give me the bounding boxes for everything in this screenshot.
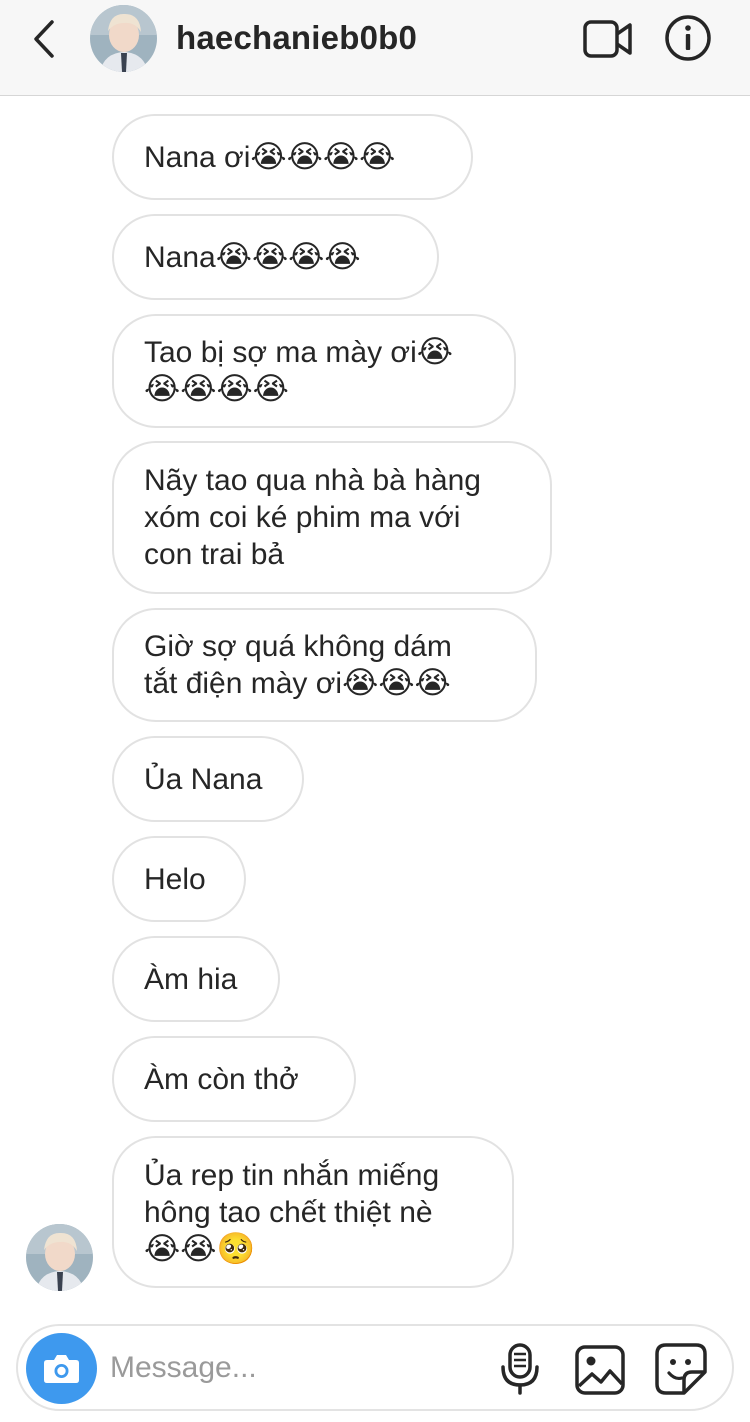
message-text: Tao bị sợ ma mày ơi	[144, 336, 417, 369]
message-input[interactable]	[110, 1346, 470, 1390]
chat-header: haechanieb0b0	[0, 0, 750, 96]
message-bubble[interactable]: Giờ sợ quá không dám tắt điện mày ơi😭😭😭	[112, 608, 537, 722]
message-bubble[interactable]: Àm còn thở	[112, 1036, 356, 1122]
voice-message-button[interactable]	[498, 1342, 542, 1396]
message-bubble[interactable]: Nana😭😭😭😭	[112, 214, 439, 300]
emoji: 😭😭😭😭	[144, 371, 289, 407]
profile-photo	[26, 1224, 93, 1291]
message-bubble[interactable]: Tao bị sợ ma mày ơi😭 😭😭😭😭	[112, 314, 516, 428]
profile-photo	[90, 5, 157, 72]
message-text: Àm hia	[144, 962, 238, 996]
info-button[interactable]	[664, 14, 712, 62]
microphone-icon	[501, 1343, 539, 1395]
gallery-icon	[575, 1345, 625, 1395]
message-text: Helo	[144, 862, 206, 896]
gallery-button[interactable]	[574, 1344, 626, 1396]
chat-username[interactable]: haechanieb0b0	[176, 19, 417, 57]
back-button[interactable]	[28, 18, 64, 60]
message-bubble[interactable]: Helo	[112, 836, 246, 922]
message-bubble[interactable]: Nana ơi😭😭😭😭	[112, 114, 473, 200]
message-bubble[interactable]: Nãy tao qua nhà bà hàng xóm coi ké phim …	[112, 441, 552, 594]
message-text: Nãy tao qua nhà bà hàng	[144, 464, 481, 497]
message-bubble[interactable]: Àm hia	[112, 936, 280, 1022]
message-text: Nana ơi	[144, 140, 251, 174]
message-bubble[interactable]: Ủa Nana	[112, 736, 304, 822]
camera-icon	[44, 1355, 79, 1383]
chevron-left-icon	[34, 20, 54, 58]
message-text: con trai bả	[144, 538, 285, 571]
message-text: Nana	[144, 240, 216, 274]
camera-button[interactable]	[26, 1333, 97, 1404]
message-text: xóm coi ké phim ma với	[144, 501, 461, 534]
emoji: 😭😭😭😭	[250, 138, 396, 175]
info-icon	[665, 15, 711, 61]
sender-avatar[interactable]	[26, 1224, 93, 1291]
video-call-button[interactable]	[582, 17, 634, 61]
emoji: 😭	[416, 334, 453, 370]
message-bubble[interactable]: Ủa rep tin nhắn miếng hông tao chết thiệ…	[112, 1136, 514, 1288]
message-text: tắt điện mày ơi	[144, 667, 343, 700]
emoji: 😭😭🥺	[144, 1230, 256, 1267]
message-text: Àm còn thở	[144, 1062, 299, 1096]
message-text: Ủa rep tin nhắn miếng	[144, 1158, 440, 1192]
emoji: 😭😭😭	[342, 665, 451, 701]
message-composer	[16, 1324, 734, 1411]
message-text: Giờ sợ quá không dám	[144, 630, 452, 663]
sticker-icon	[655, 1343, 707, 1395]
message-text: hông tao chết thiệt nè	[144, 1195, 433, 1229]
sticker-button[interactable]	[654, 1342, 708, 1396]
message-text: Ủa Nana	[144, 762, 263, 796]
avatar[interactable]	[90, 5, 157, 72]
message-thread: Nana ơi😭😭😭😭 Nana😭😭😭😭 Tao bị sợ ma mày ơi…	[0, 96, 750, 1310]
video-call-icon	[583, 20, 632, 58]
emoji: 😭😭😭😭	[215, 238, 361, 275]
